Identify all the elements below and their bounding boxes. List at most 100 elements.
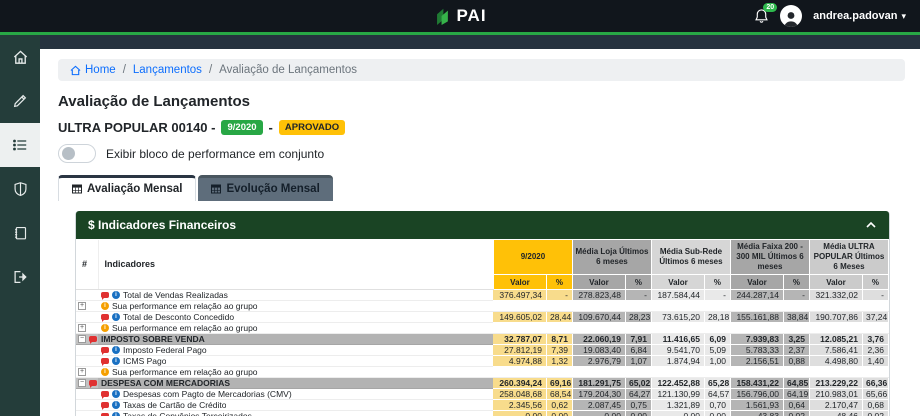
value-cell: 1,07 <box>625 356 651 367</box>
comment-icon[interactable] <box>101 358 109 364</box>
value-cell: 28,44 <box>546 312 572 323</box>
comment-icon[interactable] <box>101 402 109 408</box>
sidebar-item-security[interactable] <box>0 167 40 211</box>
col-subheader-valor: Valor <box>572 275 625 290</box>
expand-icon[interactable]: + <box>78 324 86 332</box>
value-cell: 213.229,22 <box>809 378 862 389</box>
value-cell: 2.345,56 <box>493 400 546 411</box>
sidebar-item-notebook[interactable] <box>0 211 40 255</box>
row-empty-values <box>493 301 888 312</box>
value-cell: - <box>625 290 651 301</box>
value-cell: 8,71 <box>546 334 572 345</box>
value-cell: 321.332,02 <box>809 290 862 301</box>
comment-icon[interactable] <box>101 391 109 397</box>
table-row[interactable]: iICMS Pago4.974,881,322.976,791,071.874,… <box>76 356 889 367</box>
value-cell: 64,85 <box>783 378 809 389</box>
collapse-icon[interactable]: − <box>78 335 86 343</box>
value-cell: 6,84 <box>625 345 651 356</box>
sidebar-item-home[interactable] <box>0 35 40 79</box>
value-cell: 122.452,88 <box>651 378 704 389</box>
info-icon[interactable]: i <box>112 346 120 354</box>
calendar-table-icon <box>211 184 221 194</box>
comment-icon[interactable] <box>101 314 109 320</box>
indicadores-panel: $ Indicadores Financeiros #Indicadores9/… <box>75 211 890 416</box>
row-num-cell <box>76 345 98 356</box>
row-label: Sua performance em relação ao grupo <box>112 323 258 333</box>
home-icon <box>12 49 29 66</box>
sidebar-item-edit[interactable] <box>0 79 40 123</box>
comment-icon[interactable] <box>89 380 97 386</box>
table-row[interactable]: iTotal de Vendas Realizadas376.497,34-27… <box>76 290 889 301</box>
content-panel: Home / Lançamentos / Avaliação de Lançam… <box>40 49 920 416</box>
table-row[interactable]: iDespesas com Pagto de Mercadorias (CMV)… <box>76 389 889 400</box>
value-cell: 3,76 <box>862 334 888 345</box>
value-cell: 258.048,68 <box>493 389 546 400</box>
value-cell: 0,64 <box>783 400 809 411</box>
info-icon[interactable]: i <box>112 291 120 299</box>
tab-evolucao-mensal[interactable]: Evolução Mensal <box>198 175 332 201</box>
value-cell: 4.498,80 <box>809 356 862 367</box>
table-row[interactable]: + iSua performance em relação ao grupo <box>76 323 889 334</box>
info-icon[interactable]: i <box>112 313 120 321</box>
info-icon[interactable]: i <box>101 324 109 332</box>
value-cell: 2.156,51 <box>730 356 783 367</box>
info-icon[interactable]: i <box>112 412 120 416</box>
info-icon[interactable]: i <box>112 401 120 409</box>
value-cell: 28,23 <box>625 312 651 323</box>
breadcrumb-lancamentos-link[interactable]: Lançamentos <box>133 64 202 76</box>
tab-avaliacao-mensal[interactable]: Avaliação Mensal <box>58 175 196 201</box>
value-cell: 1.561,93 <box>730 400 783 411</box>
value-cell: 0,00 <box>704 411 730 416</box>
status-badge: APROVADO <box>279 120 345 135</box>
info-icon[interactable]: i <box>101 302 109 310</box>
value-cell: 0,02 <box>862 411 888 416</box>
table-row[interactable]: +iSua performance em relação ao grupo <box>76 301 889 312</box>
value-cell: 73.615,20 <box>651 312 704 323</box>
info-icon[interactable]: i <box>112 390 120 398</box>
row-num-cell <box>76 312 98 323</box>
value-cell: 12.085,21 <box>809 334 862 345</box>
chevron-up-icon[interactable] <box>865 221 877 229</box>
table-row[interactable]: +iSua performance em relação ao grupo <box>76 367 889 378</box>
value-cell: 244.287,14 <box>730 290 783 301</box>
breadcrumb-current: Avaliação de Lançamentos <box>219 64 357 76</box>
row-num-cell <box>76 400 98 411</box>
user-menu[interactable]: andrea.padovan ▾ <box>813 10 906 22</box>
table-row[interactable]: iTotal de Desconto Concedido149.605,0228… <box>76 312 889 323</box>
notifications-button[interactable]: 20 <box>754 8 769 24</box>
expand-icon[interactable]: + <box>78 368 86 376</box>
table-row[interactable]: iTaxas de Cartão de Crédito2.345,560,622… <box>76 400 889 411</box>
caret-down-icon: ▾ <box>901 11 906 22</box>
value-cell: 155.161,88 <box>730 312 783 323</box>
value-cell: 1.321,89 <box>651 400 704 411</box>
row-num-cell: − <box>76 334 98 345</box>
row-num-cell: − <box>76 378 98 389</box>
panel-header[interactable]: $ Indicadores Financeiros <box>76 211 889 239</box>
performance-toggle[interactable] <box>58 144 96 163</box>
sidebar-item-list[interactable] <box>0 123 40 167</box>
avatar[interactable] <box>780 5 802 27</box>
col-subheader-pct: % <box>704 275 730 290</box>
value-cell: 65,66 <box>862 389 888 400</box>
comment-icon[interactable] <box>101 347 109 353</box>
table-row[interactable]: iImposto Federal Pago27.812,197,3919.083… <box>76 345 889 356</box>
info-icon[interactable]: i <box>101 368 109 376</box>
sidebar-item-logout[interactable] <box>0 255 40 299</box>
collapse-icon[interactable]: − <box>78 379 86 387</box>
table-row[interactable]: −DESPESA COM MERCADORIAS260.394,2469,161… <box>76 378 889 389</box>
comment-icon[interactable] <box>89 336 97 342</box>
info-icon[interactable]: i <box>112 357 120 365</box>
expand-icon[interactable]: + <box>78 302 86 310</box>
table-row[interactable]: −IMPOSTO SOBRE VENDA32.787,078,7122.060,… <box>76 334 889 345</box>
value-cell: 64,27 <box>625 389 651 400</box>
value-cell: 27.812,19 <box>493 345 546 356</box>
comment-icon[interactable] <box>101 292 109 298</box>
row-num-cell <box>76 356 98 367</box>
value-cell: 48,46 <box>809 411 862 416</box>
app-logo[interactable]: PAI <box>433 6 486 26</box>
col-subheader-pct: % <box>546 275 572 290</box>
col-group-header: Média Sub-Rede Últimos 6 meses <box>651 240 730 275</box>
breadcrumb-home-link[interactable]: Home <box>70 64 116 76</box>
table-row[interactable]: iTaxas de Convênios Terceirizados0,000,0… <box>76 411 889 416</box>
value-cell: 11.416,65 <box>651 334 704 345</box>
